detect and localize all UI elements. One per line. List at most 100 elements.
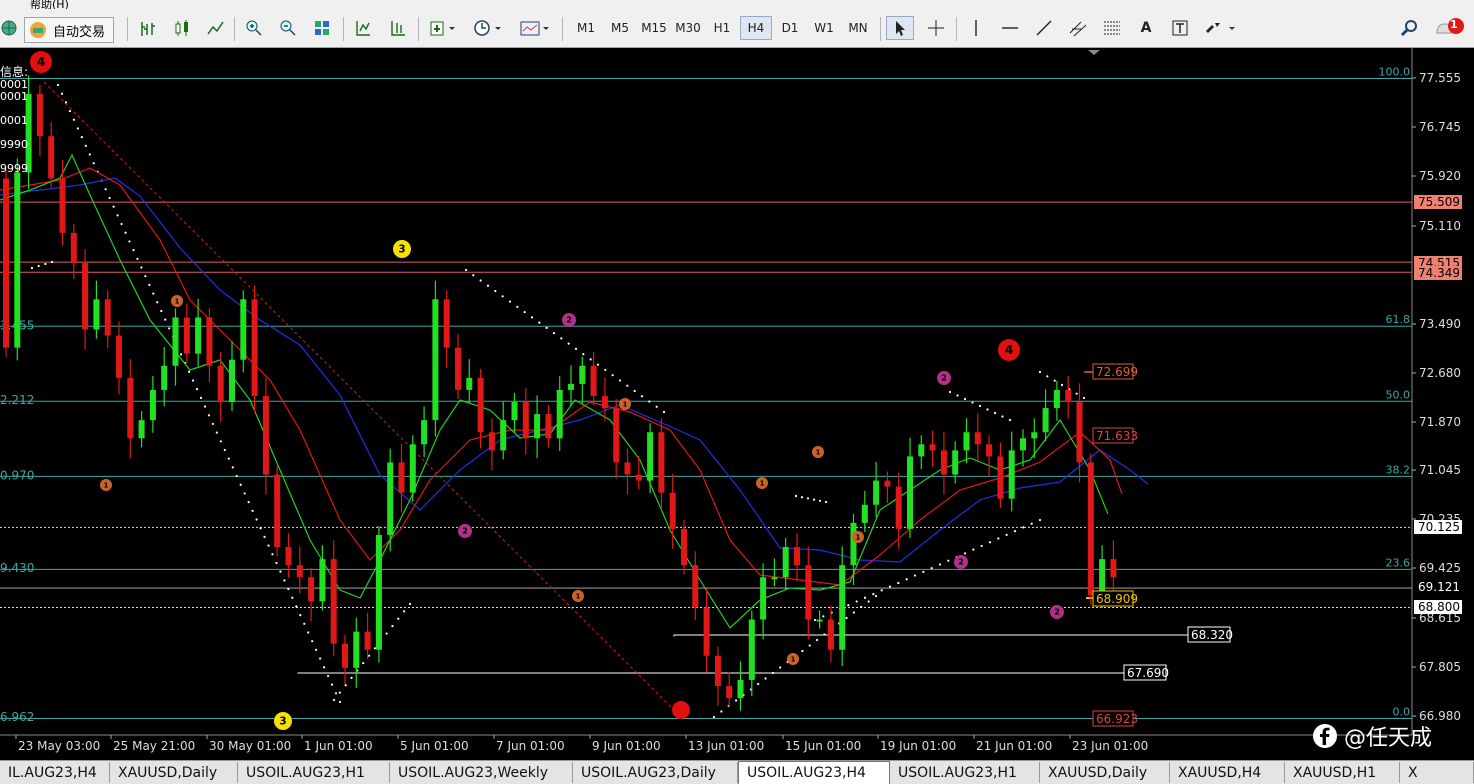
indicators-dropdown-icon[interactable] — [426, 16, 460, 40]
candle-body — [1053, 389, 1060, 409]
candle-body — [240, 299, 247, 360]
candle-body — [669, 492, 676, 529]
chart-tab[interactable]: XAUUSD,Daily — [1040, 762, 1170, 783]
text-tool-icon[interactable]: A — [1132, 16, 1160, 40]
info-value: 0001 — [0, 90, 28, 103]
sar-dot — [771, 671, 775, 675]
arrows-dropdown-icon[interactable] — [1200, 16, 1240, 40]
autotrade-button[interactable]: 自动交易 — [24, 17, 115, 43]
candle-body — [59, 178, 66, 233]
timeframe-h1-button[interactable]: H1 — [706, 16, 738, 40]
sar-dot — [132, 249, 135, 252]
sar-dot — [523, 310, 526, 314]
sar-dot — [104, 188, 107, 191]
trendline-icon[interactable] — [1030, 16, 1058, 40]
fibonacci-icon[interactable] — [1098, 16, 1126, 40]
notifications-button[interactable]: 1 — [1432, 16, 1468, 40]
level-tag-label: 72.699 — [1096, 365, 1138, 379]
time-tick-label: 13 Jun 01:00 — [688, 739, 764, 753]
wave-1-marker-label: 1 — [175, 297, 180, 305]
zoom-out-icon[interactable] — [276, 16, 300, 40]
autoscroll-icon[interactable] — [385, 16, 411, 40]
price-label: 74.349 — [1418, 266, 1460, 280]
sar-dot — [913, 574, 917, 577]
price-chart[interactable]: 100.061.850.038.223.60.03.4552.2120.9709… — [0, 48, 1474, 760]
sar-dot — [403, 610, 406, 613]
sar-dot — [560, 337, 563, 340]
timeframe-mn-button[interactable]: MN — [842, 16, 874, 40]
zoom-in-icon[interactable] — [242, 16, 266, 40]
line-chart-icon[interactable] — [203, 16, 227, 40]
time-tick-label: 23 Jun 01:00 — [1072, 739, 1148, 753]
sar-dot — [1046, 375, 1049, 378]
chart-tab[interactable]: X — [1400, 762, 1474, 783]
tile-windows-icon[interactable] — [310, 16, 334, 40]
timeframe-m30-button[interactable]: M30 — [672, 16, 704, 40]
chart-tab[interactable]: USOIL.AUG23,H1 — [890, 762, 1040, 783]
candle-body — [387, 462, 394, 535]
timeframe-h4-button[interactable]: H4 — [740, 16, 772, 40]
candle-body — [229, 359, 235, 403]
sar-dot — [486, 284, 490, 287]
periods-dropdown-icon[interactable] — [470, 16, 506, 40]
sar-dot — [207, 414, 211, 417]
candle-body — [93, 299, 100, 330]
sar-dot — [362, 661, 365, 665]
price-label: 70.125 — [1418, 520, 1460, 534]
timeframe-w1-button[interactable]: W1 — [808, 16, 840, 40]
equidistant-channel-icon[interactable] — [1064, 16, 1092, 40]
bar-chart-icon[interactable] — [135, 16, 159, 40]
info-value: 9990 — [0, 138, 28, 151]
timeframe-d1-button[interactable]: D1 — [774, 16, 806, 40]
wave-2-marker-label: 2 — [941, 374, 947, 383]
chart-tab[interactable]: USOIL.AUG23,H4 — [738, 761, 890, 784]
sar-dot — [76, 127, 79, 130]
chart-tab[interactable]: XAUUSD,Daily — [110, 762, 238, 783]
sar-dot — [589, 358, 592, 361]
sar-dot — [60, 92, 64, 95]
globe-icon[interactable] — [0, 16, 18, 40]
horizontal-line-icon[interactable] — [996, 16, 1024, 40]
chart-tab[interactable]: XAUUSD,H4 — [1170, 762, 1285, 783]
sar-dot — [275, 561, 278, 565]
menu-help[interactable]: 帮助(H) — [30, 0, 69, 9]
candle-body — [1076, 402, 1083, 463]
text-label-icon[interactable] — [1166, 16, 1194, 40]
chart-tab[interactable]: USOIL.AUG23,Daily — [573, 762, 738, 783]
candle-body — [116, 335, 122, 378]
chart-tab[interactable]: XAUUSD,H1 — [1285, 762, 1400, 783]
templates-dropdown-icon[interactable] — [516, 16, 554, 40]
timeframe-m1-button[interactable]: M1 — [570, 16, 602, 40]
separator — [343, 17, 344, 41]
sar-dot — [72, 118, 75, 121]
chart-tab[interactable]: USOIL.AUG23,H1 — [238, 762, 390, 783]
crosshair-icon[interactable] — [922, 16, 950, 40]
sar-dot — [815, 638, 819, 642]
vertical-line-icon[interactable] — [962, 16, 990, 40]
sar-dot — [50, 260, 54, 264]
time-tick-label: 9 Jun 01:00 — [592, 739, 661, 753]
candle-body — [782, 547, 789, 578]
sar-dot — [501, 295, 504, 298]
sar-dot — [1013, 530, 1017, 533]
timeframe-m5-button[interactable]: M5 — [604, 16, 636, 40]
candle-body — [342, 643, 348, 668]
sar-dot — [872, 592, 875, 596]
price-tick-label: 69.425 — [1419, 561, 1461, 575]
chart-tab[interactable]: IL.AUG23,H4 — [0, 762, 110, 783]
sar-dot — [295, 605, 298, 608]
candle-body — [952, 450, 959, 475]
sar-dot — [813, 618, 817, 622]
sar-dot — [251, 509, 254, 512]
chart-shift-icon[interactable] — [350, 16, 376, 40]
search-icon[interactable] — [1396, 16, 1422, 40]
cursor-tool-icon[interactable] — [886, 16, 914, 40]
candle-body — [82, 263, 89, 330]
sar-dot — [323, 666, 326, 669]
chart-tab[interactable]: USOIL.AUG23,Weekly — [390, 762, 573, 783]
candlestick-chart-icon[interactable] — [170, 16, 194, 40]
candle-body — [522, 402, 529, 439]
sar-dot — [136, 257, 139, 260]
timeframe-m15-button[interactable]: M15 — [638, 16, 670, 40]
candle-body — [48, 136, 55, 179]
